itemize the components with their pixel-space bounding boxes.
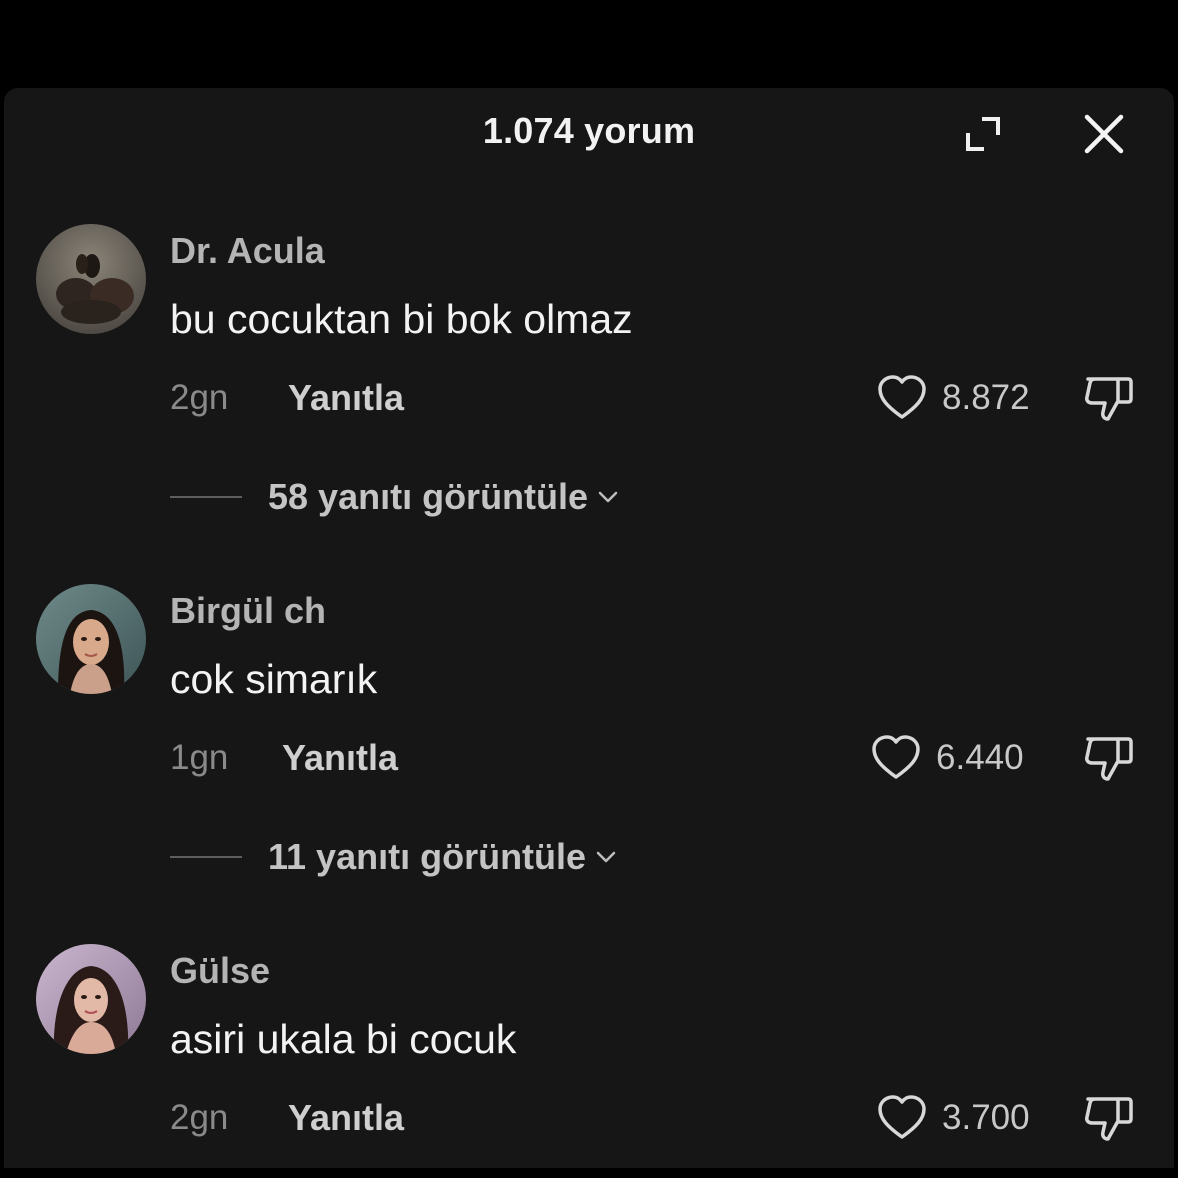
heart-icon [878, 1095, 926, 1139]
expand-icon [966, 117, 1000, 151]
comment-timestamp: 2gn [170, 378, 229, 417]
screen: 1.074 yorum Dr. Acula bu cocuktan bi bok… [0, 0, 1178, 1178]
dislike-button[interactable] [1080, 1089, 1138, 1147]
divider-line [170, 496, 242, 498]
avatar[interactable] [36, 944, 146, 1054]
view-replies-button[interactable]: 11 yanıtı görüntüle [170, 836, 618, 878]
comment-username[interactable]: Gülse [170, 950, 270, 992]
comment-text: bu cocuktan bi bok olmaz [170, 296, 633, 342]
comment-timestamp: 1gn [170, 738, 229, 777]
heart-icon [878, 375, 926, 419]
thumbs-down-icon [1085, 1097, 1133, 1141]
close-button[interactable] [1078, 108, 1130, 160]
comment-username[interactable]: Birgül ch [170, 590, 326, 632]
reply-button[interactable]: Yanıtla [288, 1097, 404, 1139]
thumbs-down-icon [1085, 737, 1133, 781]
like-button[interactable]: 6.440 [870, 734, 1024, 782]
heart-icon [872, 735, 920, 779]
view-replies-label: 58 yanıtı görüntüle [268, 476, 589, 517]
divider-line [170, 856, 242, 858]
avatar[interactable] [36, 584, 146, 694]
avatar[interactable] [36, 224, 146, 334]
like-count: 3.700 [942, 1098, 1030, 1137]
thumbs-down-icon [1085, 377, 1133, 421]
dislike-button[interactable] [1080, 729, 1138, 787]
dislike-button[interactable] [1080, 369, 1138, 427]
comment-timestamp: 2gn [170, 1098, 229, 1137]
expand-button[interactable] [958, 110, 1006, 158]
comments-sheet: 1.074 yorum Dr. Acula bu cocuktan bi bok… [4, 88, 1174, 1168]
sheet-header: 1.074 yorum [4, 88, 1174, 174]
comment-username[interactable]: Dr. Acula [170, 230, 325, 272]
comment-text: cok simarık [170, 656, 378, 702]
like-count: 8.872 [942, 378, 1030, 417]
like-count: 6.440 [936, 738, 1024, 777]
view-replies-button[interactable]: 58 yanıtı görüntüle [170, 476, 620, 518]
reply-button[interactable]: Yanıtla [282, 737, 398, 779]
reply-button[interactable]: Yanıtla [288, 377, 404, 419]
view-replies-label: 11 yanıtı görüntüle [268, 836, 587, 877]
comment-text: asiri ukala bi cocuk [170, 1016, 517, 1062]
close-icon [1084, 114, 1124, 154]
chevron-down-icon [598, 491, 618, 503]
like-button[interactable]: 3.700 [876, 1094, 1030, 1142]
chevron-down-icon [596, 851, 616, 863]
like-button[interactable]: 8.872 [876, 374, 1030, 422]
